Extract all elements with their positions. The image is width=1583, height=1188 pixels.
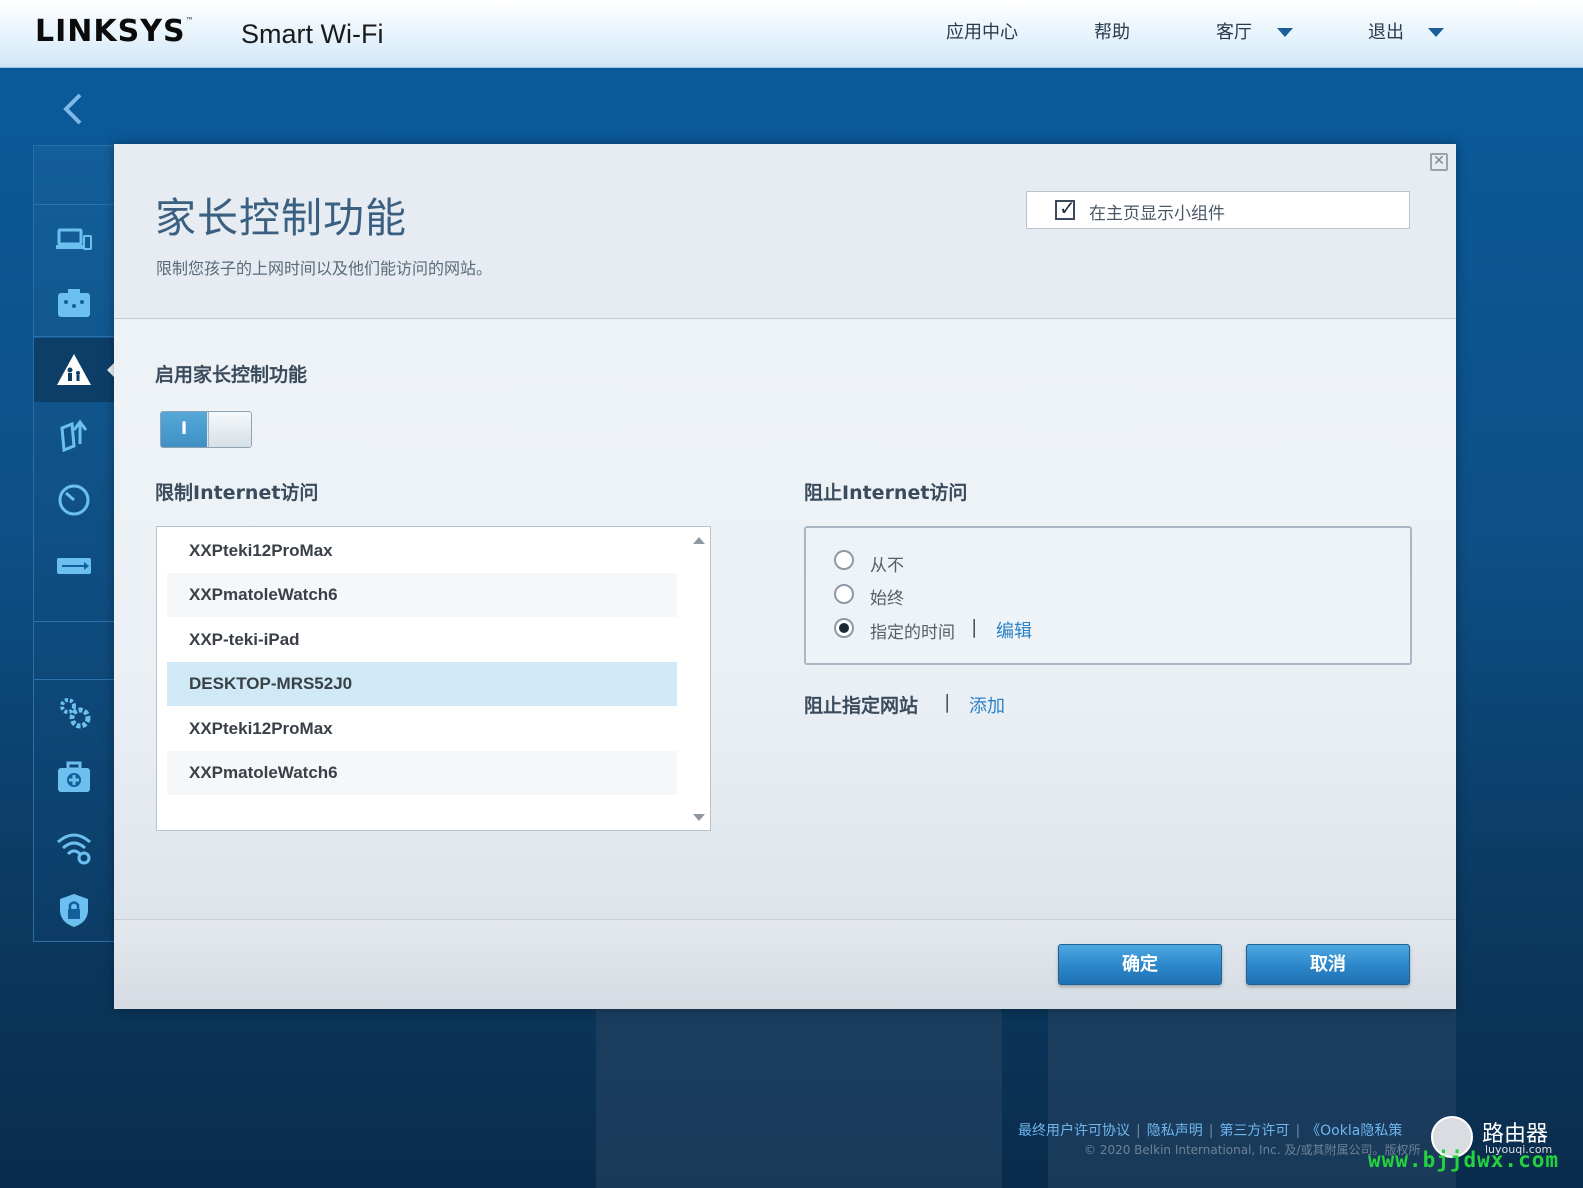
usb-storage-icon[interactable]: [54, 546, 94, 586]
footer-separator: |: [1295, 1123, 1301, 1139]
parental-controls-modal: ✕ 家长控制功能 限制您孩子的上网时间以及他们能访问的网站。 ✓ 在主页显示小组…: [114, 144, 1456, 1009]
top-bar: LINKSYS™ Smart Wi-Fi 应用中心 帮助 客厅 退出: [0, 0, 1583, 68]
media-prioritization-icon[interactable]: [54, 414, 94, 454]
separator: |: [971, 616, 978, 638]
chevron-down-icon[interactable]: [1428, 28, 1444, 37]
show-widget-option[interactable]: ✓ 在主页显示小组件: [1026, 191, 1410, 229]
page-title: 家长控制功能: [155, 194, 407, 242]
network-map-icon[interactable]: [54, 284, 94, 324]
toggle-knob[interactable]: [208, 412, 251, 447]
troubleshooting-icon[interactable]: [54, 758, 94, 798]
footer-link-privacy[interactable]: 隐私声明: [1147, 1123, 1203, 1139]
cancel-button[interactable]: 取消: [1246, 944, 1410, 985]
block-sites-label: 阻止指定网站: [804, 695, 919, 717]
page-subtitle: 限制您孩子的上网时间以及他们能访问的网站。: [156, 259, 493, 278]
security-icon[interactable]: [54, 890, 94, 930]
add-site-link[interactable]: 添加: [969, 692, 1005, 718]
show-widget-label: 在主页显示小组件: [1089, 204, 1225, 224]
block-options: 从不 始终 指定的时间 | 编辑: [804, 526, 1412, 665]
nav-logout[interactable]: 退出: [1368, 18, 1404, 44]
modal-header: ✕ 家长控制功能 限制您孩子的上网时间以及他们能访问的网站。 ✓ 在主页显示小组…: [114, 144, 1456, 319]
radio-never-label: 从不: [870, 556, 904, 576]
device-list[interactable]: XXPteki12ProMax XXPmatoleWatch6 XXP-teki…: [156, 526, 711, 831]
list-item[interactable]: XXPteki12ProMax: [167, 529, 677, 573]
brand-subtitle: Smart Wi-Fi: [241, 19, 384, 49]
enable-label: 启用家长控制功能: [155, 364, 308, 386]
list-item[interactable]: XXPteki12ProMax: [167, 707, 677, 751]
nav-living-room[interactable]: 客厅: [1216, 18, 1252, 44]
speed-test-icon[interactable]: [54, 480, 94, 520]
footer-link-third-party[interactable]: 第三方许可: [1219, 1123, 1289, 1139]
back-arrow-icon[interactable]: [62, 92, 84, 126]
list-item[interactable]: XXP-teki-iPad: [167, 618, 677, 662]
footer-link-eula[interactable]: 最终用户许可协议: [1018, 1123, 1130, 1139]
footer-separator: |: [1136, 1123, 1141, 1139]
footer-links: 最终用户许可协议 | 隐私声明 | 第三方许可 | 《Ookla隐私策: [1018, 1120, 1402, 1140]
radio-never[interactable]: [834, 550, 854, 570]
radio-scheduled-label: 指定的时间: [870, 623, 955, 643]
nav-help[interactable]: 帮助: [1094, 18, 1130, 44]
brand-trademark: ™: [185, 16, 195, 25]
watermark-url: www.bjjdwx.com: [1368, 1148, 1560, 1172]
toggle-on-indicator: I: [161, 412, 207, 447]
list-item[interactable]: XXPmatoleWatch6: [167, 751, 677, 795]
linksys-logo: LINKSYS™: [35, 14, 195, 49]
edit-schedule-link[interactable]: 编辑: [996, 617, 1032, 643]
sidebar-divider: [34, 336, 116, 337]
radio-always[interactable]: [834, 584, 854, 604]
radio-scheduled[interactable]: [834, 618, 854, 638]
scroll-down-icon[interactable]: [693, 814, 705, 821]
parental-controls-icon[interactable]: [54, 350, 94, 390]
settings-icon[interactable]: [54, 692, 94, 732]
wifi-settings-icon[interactable]: [54, 826, 94, 866]
radio-always-label: 始终: [870, 589, 904, 609]
separator: |: [944, 691, 951, 713]
sidebar: [33, 145, 117, 942]
nav-app-center[interactable]: 应用中心: [946, 18, 1018, 44]
close-icon[interactable]: ✕: [1430, 153, 1448, 171]
sidebar-divider: [34, 204, 116, 205]
footer-link-ookla[interactable]: 《Ookla隐私策: [1306, 1123, 1402, 1139]
show-widget-checkbox[interactable]: ✓: [1055, 196, 1076, 220]
background-panel: [596, 1009, 1002, 1188]
footer-separator: |: [1208, 1123, 1214, 1139]
ok-button[interactable]: 确定: [1058, 944, 1222, 985]
list-item-selected[interactable]: DESKTOP-MRS52J0: [167, 662, 677, 706]
check-icon: ✓: [1059, 196, 1076, 220]
sidebar-divider: [34, 621, 116, 622]
brand-name: LINKSYS: [35, 14, 186, 49]
restrict-label: 限制Internet访问: [155, 482, 319, 504]
sidebar-divider: [34, 679, 116, 680]
modal-footer: 确定 取消: [114, 919, 1456, 1009]
list-item[interactable]: XXPmatoleWatch6: [167, 573, 677, 617]
enable-toggle[interactable]: I: [160, 411, 252, 448]
devices-icon[interactable]: [54, 220, 94, 260]
chevron-down-icon[interactable]: [1277, 28, 1293, 37]
scroll-up-icon[interactable]: [693, 537, 705, 544]
block-label: 阻止Internet访问: [804, 482, 968, 504]
